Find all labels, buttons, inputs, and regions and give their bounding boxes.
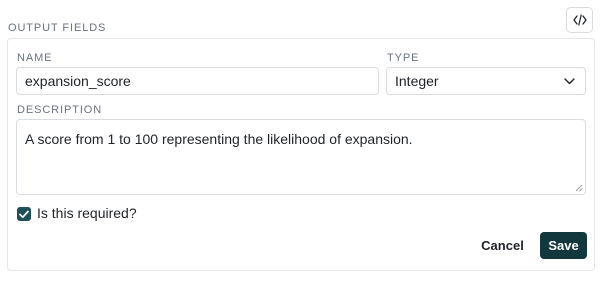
output-field-card: NAME TYPE Integer DESCRIPTION A score fr…	[7, 38, 595, 271]
output-fields-heading: OUTPUT FIELDS	[8, 22, 107, 34]
type-select-value: Integer	[395, 73, 439, 89]
code-brackets-icon	[572, 14, 587, 26]
type-select[interactable]: Integer	[386, 67, 586, 95]
name-input[interactable]	[16, 67, 379, 95]
description-text: A score from 1 to 100 representing the l…	[25, 131, 413, 147]
chevron-down-icon	[564, 77, 575, 84]
type-label: TYPE	[387, 52, 420, 64]
code-view-button[interactable]	[566, 7, 593, 33]
required-label: Is this required?	[37, 205, 137, 221]
checkmark-icon	[19, 210, 29, 218]
save-button[interactable]: Save	[540, 232, 587, 259]
description-label: DESCRIPTION	[17, 104, 103, 116]
required-checkbox[interactable]	[17, 207, 31, 221]
resize-handle-icon[interactable]	[575, 184, 583, 192]
cancel-button[interactable]: Cancel	[473, 232, 532, 259]
name-label: NAME	[17, 52, 53, 64]
description-textarea[interactable]: A score from 1 to 100 representing the l…	[16, 119, 586, 195]
